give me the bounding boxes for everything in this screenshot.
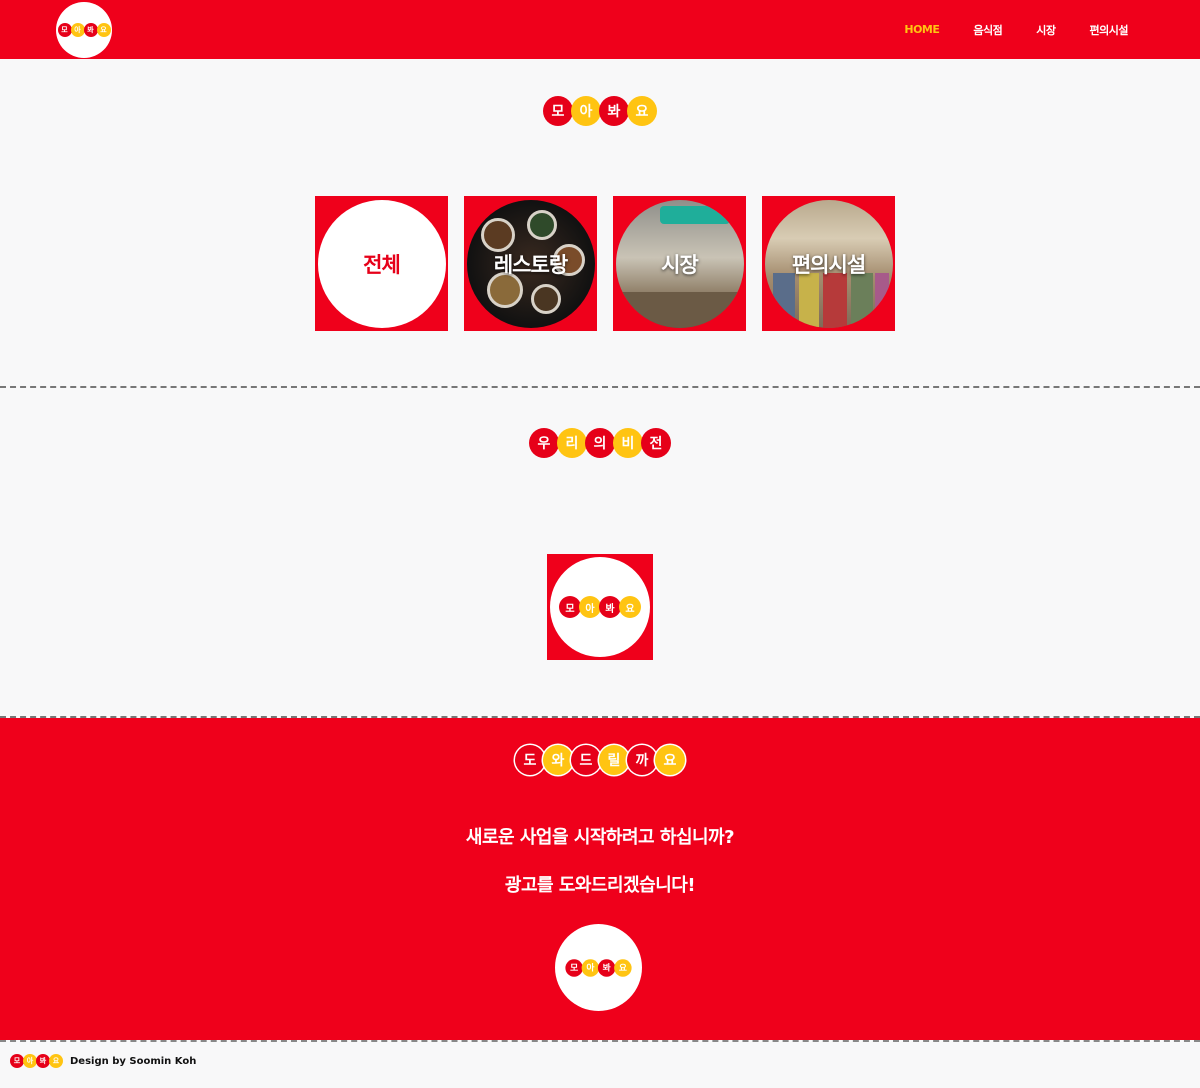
shelf [798, 272, 819, 328]
category-label: 편의시설 [791, 252, 866, 277]
title-letter: 모 [543, 96, 573, 126]
category-card-restaurant[interactable]: 레스토랑 [464, 196, 597, 331]
category-label: 레스토랑 [493, 252, 568, 277]
title-letter: 까 [627, 745, 657, 775]
nav-facilities[interactable]: 편의시설 [1090, 22, 1129, 38]
food-plate [526, 209, 557, 240]
footer-logo: 모 아 봐 요 [10, 1054, 63, 1068]
logo-letter: 모 [57, 23, 72, 37]
logo-letter: 아 [581, 958, 600, 977]
vision-title: 우 리 의 비 전 [0, 428, 1200, 458]
title-letter: 의 [585, 428, 615, 458]
section-divider [0, 386, 1200, 388]
food-plate [530, 283, 561, 314]
logo-letter: 요 [49, 1054, 63, 1068]
market-photo: 시장 [615, 199, 744, 328]
logo-letter: 아 [70, 23, 85, 37]
main-nav: HOME 음식점 시장 편의시설 [904, 0, 1128, 59]
category-circle: 전체 [317, 199, 446, 328]
title-letter: 요 [655, 745, 685, 775]
logo-letter: 요 [96, 23, 111, 37]
market-counter [615, 291, 744, 328]
logo-letter: 봐 [599, 596, 621, 618]
title-letter: 드 [571, 745, 601, 775]
category-label: 시장 [661, 252, 699, 277]
logo-letter: 아 [579, 596, 601, 618]
footer-credit: Design by Soomin Koh [70, 1056, 197, 1067]
help-logo-circle: 모 아 봐 요 [555, 924, 642, 1011]
logo-letter: 봐 [36, 1054, 50, 1068]
logo-letters: 모 아 봐 요 [57, 23, 111, 37]
help-text-offer: 광고를 도와드리겠습니다! [504, 875, 696, 896]
logo-letter: 봐 [597, 958, 616, 977]
restaurant-photo: 레스토랑 [466, 199, 595, 328]
help-section: 도 와 드 릴 까 요 새로운 사업을 시작하려고 하십니까? 광고를 도와드리… [0, 718, 1200, 1040]
title-letter: 요 [627, 96, 657, 126]
title-letter: 리 [557, 428, 587, 458]
logo-letter: 요 [614, 958, 632, 977]
site-header: 모 아 봐 요 HOME 음식점 시장 편의시설 [0, 0, 1200, 59]
categories-title: 모 아 봐 요 [0, 96, 1200, 126]
title-letter: 와 [543, 745, 573, 775]
logo-letter: 요 [619, 596, 641, 618]
title-letter: 도 [515, 745, 545, 775]
title-letter: 우 [529, 428, 559, 458]
nav-home[interactable]: HOME [904, 23, 940, 36]
logo-letter: 모 [565, 958, 583, 977]
logo-letter: 모 [10, 1054, 24, 1068]
title-letter: 릴 [599, 745, 629, 775]
home-logo[interactable]: 모 아 봐 요 [56, 2, 112, 58]
food-plate [480, 217, 515, 252]
category-label: 전체 [363, 252, 401, 277]
shelf [850, 272, 873, 328]
help-logo-letters: 모 아 봐 요 [565, 958, 632, 977]
shelf [772, 272, 795, 328]
nav-market[interactable]: 시장 [1036, 22, 1056, 38]
vision-logo-circle: 모 아 봐 요 [550, 557, 650, 657]
shelf [822, 272, 847, 328]
category-card-facilities[interactable]: 편의시설 [762, 196, 895, 331]
logo-letter: 모 [559, 596, 581, 618]
title-letter: 봐 [599, 96, 629, 126]
logo-letter: 아 [23, 1054, 37, 1068]
store-photo: 편의시설 [764, 199, 893, 328]
category-cards: 전체 레스토랑 시장 편의시설 [315, 196, 895, 331]
help-text-question: 새로운 사업을 시작하려고 하십니까? [465, 827, 735, 848]
nav-restaurants[interactable]: 음식점 [973, 22, 1002, 38]
shelf [874, 272, 889, 328]
logo-letter: 봐 [83, 23, 98, 37]
title-letter: 전 [641, 428, 671, 458]
vision-logo-letters: 모 아 봐 요 [559, 596, 641, 618]
vision-logo-box: 모 아 봐 요 [547, 554, 653, 660]
help-title: 도 와 드 릴 까 요 [0, 745, 1200, 775]
market-sign [659, 205, 730, 224]
category-card-market[interactable]: 시장 [613, 196, 746, 331]
title-letter: 비 [613, 428, 643, 458]
site-footer: 모 아 봐 요 Design by Soomin Koh [0, 1040, 1200, 1088]
category-card-all[interactable]: 전체 [315, 196, 448, 331]
title-letter: 아 [571, 96, 601, 126]
